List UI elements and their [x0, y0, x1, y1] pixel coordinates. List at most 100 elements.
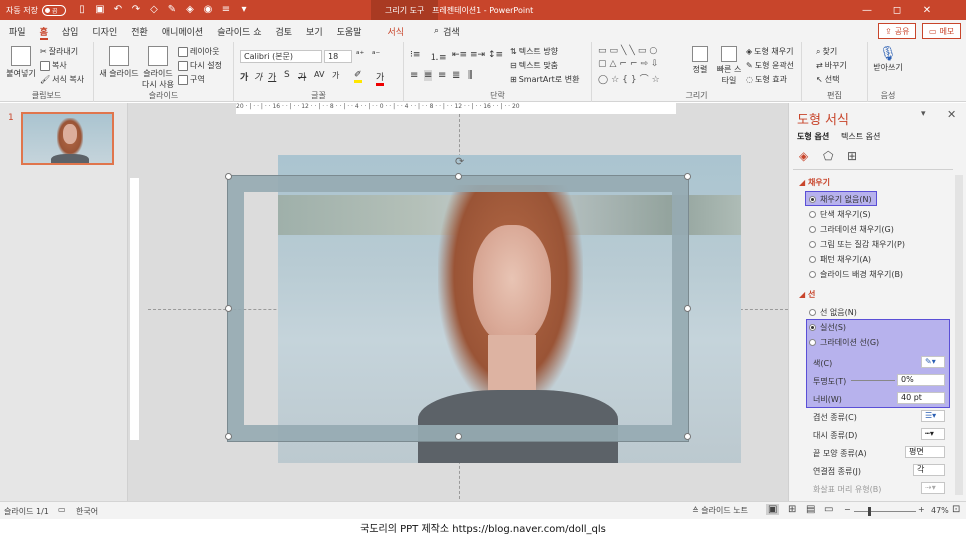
resize-handle[interactable]: [684, 433, 691, 440]
numbering-button[interactable]: ⒈≡: [430, 50, 447, 63]
fill-line-tab-icon[interactable]: ◈: [799, 149, 808, 163]
shape-fill-button[interactable]: ◈ 도형 채우기: [746, 46, 794, 57]
solid-line-radio[interactable]: 실선(S): [809, 322, 846, 333]
zoom-in-button[interactable]: +: [918, 505, 925, 514]
minimize-button[interactable]: —: [852, 5, 882, 16]
new-file-icon[interactable]: ▯: [76, 4, 88, 16]
restore-button[interactable]: ◻: [882, 5, 912, 16]
columns-button[interactable]: ⫼: [468, 70, 473, 81]
change-case-button[interactable]: 가: [332, 70, 339, 81]
tab-slideshow[interactable]: 슬라이드 쇼: [210, 20, 268, 42]
font-size-combo[interactable]: 18: [324, 50, 352, 63]
resize-handle[interactable]: [684, 305, 691, 312]
line-section-header[interactable]: ◢ 선: [799, 289, 815, 300]
search-box[interactable]: ⌕ 검색: [427, 20, 467, 42]
align-right-button[interactable]: ≡: [438, 70, 446, 81]
italic-button[interactable]: 가: [254, 70, 262, 83]
effects-tab-icon[interactable]: ⬠: [823, 149, 833, 163]
shadow-button[interactable]: S: [284, 70, 290, 80]
pane-close-button[interactable]: ✕: [947, 108, 956, 121]
resize-handle[interactable]: [225, 173, 232, 180]
shape-icon[interactable]: ◇: [148, 4, 160, 16]
tab-format[interactable]: 서식: [380, 20, 411, 42]
char-spacing-button[interactable]: AV: [314, 70, 324, 79]
join-type-select[interactable]: 각: [913, 464, 945, 476]
zoom-level[interactable]: 47%: [931, 506, 949, 515]
text-options-tab[interactable]: 텍스트 옵션: [841, 131, 880, 142]
shapes-gallery[interactable]: ▭▭╲╲▭○: [598, 46, 660, 56]
tab-view[interactable]: 보기: [299, 20, 330, 42]
justify-button[interactable]: ≣: [452, 70, 460, 81]
fit-slide-icon[interactable]: ⊡: [952, 504, 960, 515]
resize-handle[interactable]: [225, 433, 232, 440]
rotate-handle-icon[interactable]: ⟳: [455, 155, 464, 168]
section-button[interactable]: 구역: [178, 74, 205, 85]
zoom-slider-thumb[interactable]: [868, 507, 871, 516]
new-slide-button[interactable]: 새 슬라이드: [98, 46, 140, 79]
tab-help[interactable]: 도움말: [330, 20, 369, 42]
paste-button[interactable]: 붙여넣기: [6, 46, 36, 79]
tab-animations[interactable]: 애니메이션: [155, 20, 210, 42]
quick-styles-button[interactable]: 빠른 스타일: [714, 46, 744, 86]
reuse-slide-button[interactable]: 슬라이드 다시 사용: [142, 46, 174, 90]
language-indicator[interactable]: 한국어: [76, 506, 98, 517]
layout-button[interactable]: 레이아웃: [178, 46, 219, 57]
line-color-picker[interactable]: ✎▾: [921, 356, 945, 368]
slide-thumbnail[interactable]: [21, 112, 114, 165]
solid-fill-radio[interactable]: 단색 채우기(S): [809, 209, 871, 220]
arrange-button[interactable]: 정렬: [688, 46, 712, 75]
tab-transitions[interactable]: 전환: [124, 20, 155, 42]
compound-type-select[interactable]: ☰▾: [921, 410, 945, 422]
customize-icon[interactable]: ▾: [238, 4, 250, 16]
tab-home[interactable]: 홈: [33, 20, 55, 42]
no-line-radio[interactable]: 선 없음(N): [809, 307, 857, 318]
tab-design[interactable]: 디자인: [85, 20, 124, 42]
transparency-input[interactable]: 0%: [897, 374, 945, 386]
transparency-slider[interactable]: [851, 380, 895, 381]
smartart-button[interactable]: ⊞ SmartArt로 변환: [510, 74, 579, 85]
font-color-button[interactable]: 가: [376, 70, 385, 86]
slideshow-button[interactable]: ▭: [824, 504, 833, 515]
highlight-button[interactable]: ✐: [354, 70, 362, 83]
shapes-gallery-row2[interactable]: ▢△⌐⌐⇨⇩: [598, 59, 662, 69]
font-name-combo[interactable]: Calibri (본문): [240, 50, 322, 63]
pane-scrollbar[interactable]: [955, 175, 963, 495]
redo-icon[interactable]: ↷: [130, 4, 142, 16]
arrow-type-select[interactable]: ⇢▾: [921, 482, 945, 494]
format-painter-button[interactable]: 🖌 서식 복사: [40, 74, 84, 85]
save-icon[interactable]: ▣: [94, 4, 106, 16]
autosave-toggle[interactable]: 끔: [41, 4, 66, 16]
bullets-button[interactable]: ⁝≡: [410, 50, 420, 60]
normal-view-button[interactable]: ▣: [766, 504, 780, 515]
dash-type-select[interactable]: ┅▾: [921, 428, 945, 440]
dictate-button[interactable]: 🎙 받아쓰기: [872, 46, 904, 73]
background-fill-radio[interactable]: 슬라이드 배경 채우기(B): [809, 269, 903, 280]
no-fill-radio[interactable]: 채우기 없음(N): [809, 194, 872, 205]
reset-button[interactable]: 다시 설정: [178, 60, 222, 71]
line-spacing-button[interactable]: ↕≡: [488, 50, 503, 60]
shape-outline-button[interactable]: ✎ 도형 윤곽선: [746, 60, 794, 71]
resize-handle[interactable]: [455, 433, 462, 440]
strikethrough-button[interactable]: 가: [298, 70, 306, 83]
cut-button[interactable]: ✂ 잘라내기: [40, 46, 78, 57]
align-center-button[interactable]: ≡: [424, 70, 433, 81]
list-icon[interactable]: ≡: [220, 4, 232, 16]
align-left-button[interactable]: ≡: [410, 70, 418, 81]
memo-button[interactable]: ▭ 메모: [922, 23, 962, 39]
gradient-line-radio[interactable]: 그라데이션 선(G): [809, 337, 879, 348]
slide-sorter-button[interactable]: ⊞: [788, 504, 796, 515]
record-icon[interactable]: ◉: [202, 4, 214, 16]
indent-button[interactable]: ⇤≡: [452, 50, 467, 60]
tab-file[interactable]: 파일: [2, 20, 33, 42]
zoom-out-button[interactable]: −: [844, 505, 851, 514]
shapes-gallery-row3[interactable]: ◯☆{}⌒☆: [598, 72, 663, 85]
align-text-button[interactable]: ⊟ 텍스트 맞춤: [510, 60, 558, 71]
bold-button[interactable]: 가: [240, 70, 248, 83]
selected-rectangle-shape[interactable]: [227, 175, 689, 442]
font-shrink-button[interactable]: ᵃ⁻: [372, 50, 380, 60]
gradient-fill-radio[interactable]: 그라데이션 채우기(G): [809, 224, 894, 235]
replace-button[interactable]: ⇄ 바꾸기: [816, 60, 847, 71]
undo-icon[interactable]: ↶: [112, 4, 124, 16]
pane-options-chevron-icon[interactable]: ▾: [921, 109, 926, 119]
close-button[interactable]: ✕: [912, 5, 942, 16]
